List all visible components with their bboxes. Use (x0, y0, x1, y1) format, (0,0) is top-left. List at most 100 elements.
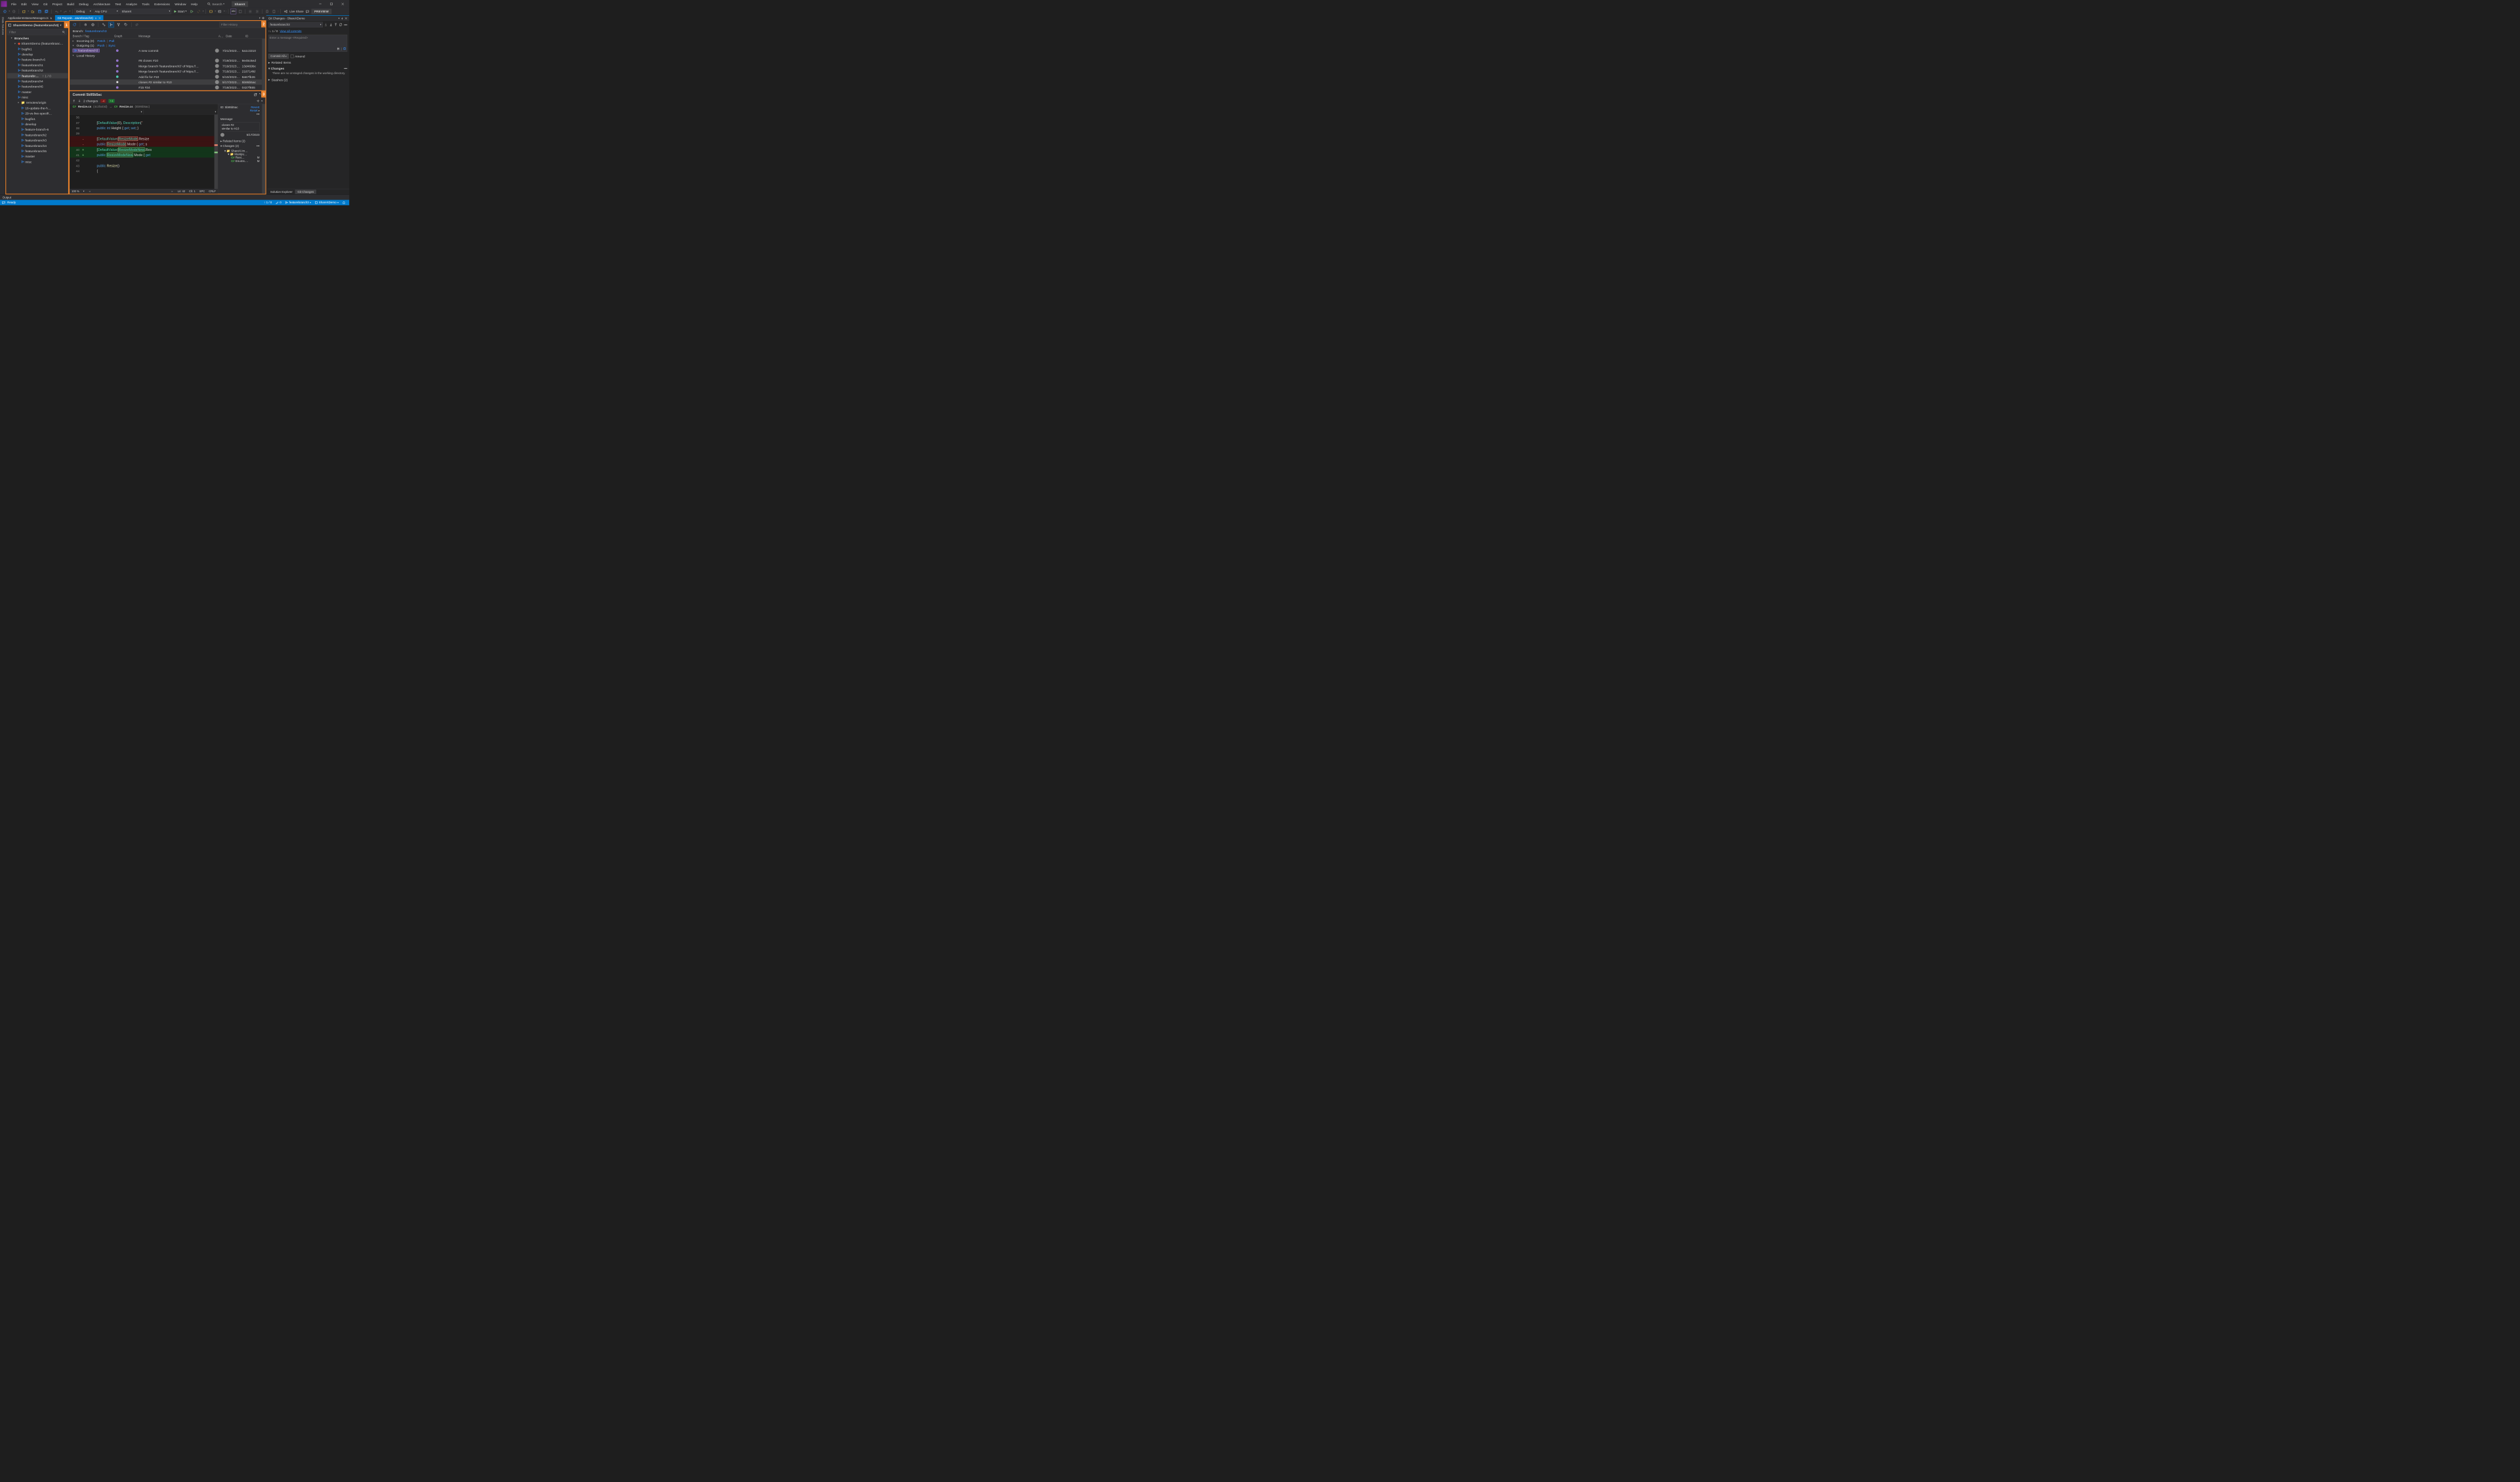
menu-window[interactable]: Window (173, 1, 189, 7)
menu-file[interactable]: File (9, 1, 18, 7)
tab-app-instance-manager[interactable]: ApplicationInstanceManager.cs (5, 15, 55, 21)
tree-row[interactable]: featurebranch1 (7, 62, 68, 68)
filter-history-input[interactable]: Filter History (219, 22, 263, 27)
history-view-1-button[interactable] (83, 22, 89, 28)
tree-row[interactable]: featurebranch2 (7, 132, 68, 137)
zoom-level[interactable]: 100 % (72, 190, 79, 193)
notifications-icon[interactable] (341, 201, 347, 204)
tree-row[interactable]: feature-branch-6 (7, 57, 68, 62)
hash-icon[interactable] (337, 47, 339, 50)
tree-row[interactable]: ▾Branches (7, 35, 68, 41)
forward-button[interactable] (11, 9, 17, 14)
menu-architecture[interactable]: Architecture (91, 1, 112, 7)
tree-row[interactable]: featurebranch5 (7, 148, 68, 154)
commit-row[interactable]: #8 closes #107/19/2023…9e45c6ed (70, 58, 262, 63)
tab-git-changes[interactable]: Git Changes (295, 190, 316, 194)
down-arrow-icon[interactable] (78, 100, 81, 102)
tree-row[interactable]: 16-update-the-h… (7, 106, 68, 111)
col-date[interactable]: Date (226, 35, 245, 38)
more-icon[interactable]: ••• (257, 144, 260, 148)
gear-icon[interactable] (257, 99, 260, 102)
bookmark-button[interactable] (264, 9, 270, 14)
code-line[interactable]: - [DefaultValue(ResizeMode.Resize (70, 136, 214, 141)
indent-inc-button[interactable] (254, 9, 260, 14)
tree-row[interactable]: master (7, 154, 68, 159)
start-debug-button[interactable]: Start ▾ (173, 9, 188, 14)
related-items-section[interactable]: ▸ Related Items (266, 60, 349, 66)
commit-row[interactable]: Merge branch 'featurebranch3' of https:/… (70, 63, 262, 68)
code-line[interactable]: 42 (70, 157, 214, 163)
view-all-commits-link[interactable]: View all commits (280, 30, 301, 33)
tree-row[interactable]: bugfix1 (7, 46, 68, 51)
changes-header[interactable]: Changes (2) (222, 144, 239, 148)
diff-code-lines[interactable]: 3637 [DefaultValue(0), Description("38 p… (70, 115, 214, 189)
tree-row[interactable]: featurebr… ↑ 1 / 0 (7, 73, 68, 78)
open-button[interactable] (30, 9, 35, 14)
graph-mode-2-button[interactable] (108, 22, 114, 28)
status-pending-edits[interactable]: 0 (274, 201, 283, 204)
tree-row[interactable]: featurebranch5 (7, 84, 68, 89)
file-node[interactable]: Enums.… (236, 159, 249, 163)
menu-help[interactable]: Help (188, 1, 200, 7)
commit-row[interactable]: ▾ Local History (70, 53, 262, 58)
indent-dec-button[interactable] (247, 9, 253, 14)
fetch-icon[interactable] (324, 23, 327, 26)
code-line[interactable]: 44 { (70, 169, 214, 174)
hot-reload-button[interactable] (196, 9, 201, 14)
close-icon[interactable] (345, 17, 347, 20)
commit-row[interactable]: ▾ Outgoing (1) Push | Sync (70, 43, 262, 48)
feedback-button[interactable] (304, 9, 310, 14)
commit-row[interactable]: Add fix for #105/10/2023…8a57fb26 (70, 74, 262, 79)
code-line[interactable]: 36 (70, 115, 214, 120)
code-line[interactable]: 41+ public ResizeModeNew Mode { get (70, 152, 214, 157)
col-graph[interactable]: Graph (114, 35, 138, 38)
new-item-button[interactable] (21, 9, 27, 14)
nav-combo-right[interactable] (144, 110, 218, 114)
commit-row[interactable]: closes #2 similar to #105/17/2023…5b95b5… (70, 79, 262, 85)
tree-row[interactable]: featurebranch3 (7, 138, 68, 143)
tree-row[interactable]: ▾◆ ShareXDemo (featurebranc… (7, 41, 68, 46)
file-button[interactable] (271, 9, 277, 14)
save-all-button[interactable] (43, 9, 49, 14)
col-branch[interactable]: Branch / Tag (73, 35, 114, 38)
hide-button[interactable] (134, 22, 140, 28)
code-line[interactable]: 39 (70, 131, 214, 136)
tag-button[interactable] (123, 22, 129, 28)
graph-mode-3-button[interactable] (116, 22, 121, 28)
amend-checkbox[interactable]: Amend (291, 54, 305, 58)
stashes-section[interactable]: ▸ Stashes (2) (266, 77, 349, 83)
close-button[interactable] (337, 0, 348, 8)
title-search[interactable]: Search ▾ (207, 2, 224, 6)
menu-view[interactable]: View (29, 1, 41, 7)
tree-row[interactable]: featurebranch4 (7, 143, 68, 148)
redo-button[interactable] (62, 9, 68, 14)
tab-solution-explorer[interactable]: Solution Explorer (268, 190, 295, 194)
code-scrollbar[interactable] (215, 115, 218, 189)
pin-icon[interactable] (94, 17, 97, 20)
tree-row[interactable]: bugfix1 (7, 116, 68, 121)
menu-edit[interactable]: Edit (19, 1, 30, 7)
tree-row[interactable]: 29-vs-live-specifi… (7, 111, 68, 116)
tree-row[interactable]: ▾📁 remotes/origin (7, 100, 68, 105)
platform-combo[interactable]: Any CPU (93, 9, 119, 14)
commit-row[interactable]: ▸ Incoming (0) Fetch | Pull (70, 39, 262, 43)
config-combo[interactable]: Debug (75, 9, 93, 14)
live-share-label[interactable]: Live Share (289, 10, 303, 13)
tree-row[interactable]: misc (7, 94, 68, 100)
image-button[interactable] (217, 9, 222, 14)
related-items-header[interactable]: Related Items (2) (222, 139, 245, 142)
start-no-debug-button[interactable] (189, 9, 195, 14)
code-line[interactable]: - public ResizeMode Mode { get; s (70, 142, 214, 147)
tree-row[interactable]: featurebranch2 (7, 68, 68, 73)
more-icon[interactable]: ••• (257, 112, 260, 115)
sidebar-scrollbar[interactable] (262, 104, 265, 194)
back-button[interactable] (2, 9, 8, 14)
more-icon[interactable]: ••• (344, 66, 347, 70)
comment-button[interactable] (238, 9, 243, 14)
commit-message-input[interactable]: Enter a message <Required> | (268, 35, 347, 52)
data-sources-tab[interactable]: Data Sources (0, 15, 5, 194)
up-arrow-icon[interactable] (73, 100, 75, 102)
solution-name[interactable]: ShareX (232, 1, 248, 7)
tree-row[interactable]: misc (7, 159, 68, 164)
info-icon[interactable] (343, 47, 346, 50)
